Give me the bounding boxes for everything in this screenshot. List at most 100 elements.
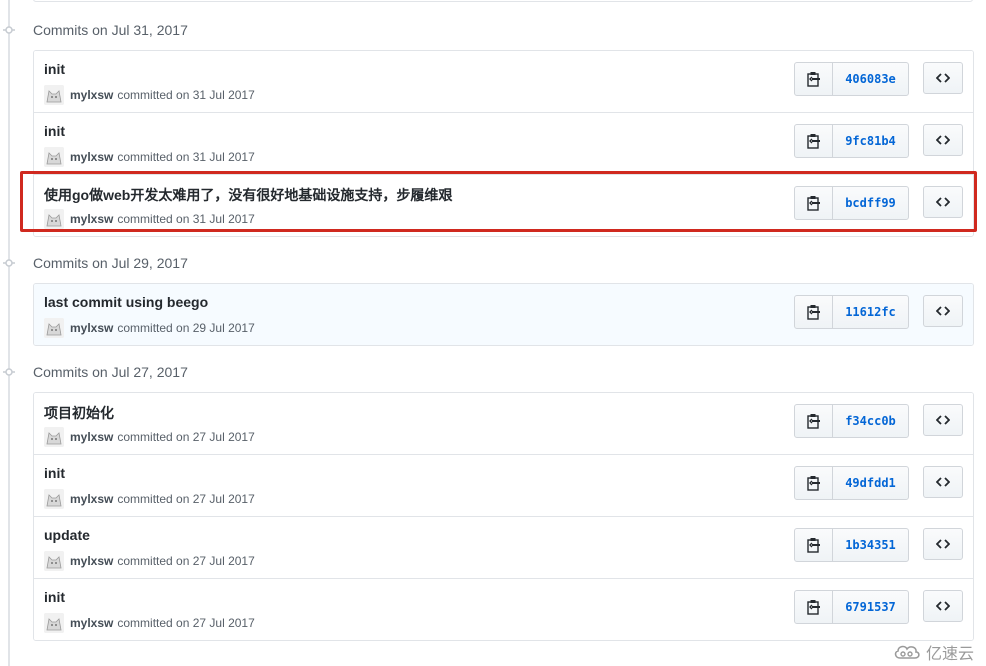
commit-icon xyxy=(3,368,15,376)
commit-list: init mylxsw committed on 31 Jul 2017 406… xyxy=(33,50,974,237)
commit-meta: mylxsw committed on 31 Jul 2017 xyxy=(44,147,255,167)
commit-icon xyxy=(3,26,15,34)
commit-message[interactable]: last commit using beego xyxy=(44,294,208,310)
copy-sha-button[interactable] xyxy=(795,296,833,328)
clipboard-icon xyxy=(806,600,820,615)
timeline-line xyxy=(8,0,10,666)
commit-sha-link[interactable]: 6791537 xyxy=(833,591,908,623)
browse-repo-button[interactable] xyxy=(923,466,963,498)
avatar[interactable] xyxy=(44,427,64,447)
code-icon xyxy=(936,73,950,83)
sha-button-group: f34cc0b xyxy=(794,404,909,438)
copy-sha-button[interactable] xyxy=(795,405,833,437)
sha-button-group: 1b34351 xyxy=(794,528,909,562)
commit-row: update mylxsw committed on 27 Jul 2017 1… xyxy=(34,516,973,578)
watermark: 亿速云 xyxy=(892,640,974,664)
sha-button-group: 6791537 xyxy=(794,590,909,624)
commit-author[interactable]: mylxsw xyxy=(70,492,113,506)
sha-button-group: 11612fc xyxy=(794,295,909,329)
commit-row: last commit using beego mylxsw committed… xyxy=(34,284,973,345)
commit-row: init mylxsw committed on 31 Jul 2017 406… xyxy=(34,51,973,112)
copy-sha-button[interactable] xyxy=(795,529,833,561)
commit-meta: mylxsw committed on 27 Jul 2017 xyxy=(44,551,255,571)
commit-row: 项目初始化 mylxsw committed on 27 Jul 2017 f3… xyxy=(34,393,973,454)
commit-message[interactable]: init xyxy=(44,465,65,481)
commit-meta: mylxsw committed on 31 Jul 2017 xyxy=(44,209,255,229)
commit-date: committed on 27 Jul 2017 xyxy=(117,430,255,444)
code-icon xyxy=(936,415,950,425)
commit-row: init mylxsw committed on 27 Jul 2017 679… xyxy=(34,578,973,640)
code-icon xyxy=(936,539,950,549)
sha-button-group: 49dfdd1 xyxy=(794,466,909,500)
clipboard-icon xyxy=(806,538,820,553)
code-icon xyxy=(936,477,950,487)
commit-sha-link[interactable]: 11612fc xyxy=(833,296,908,328)
copy-sha-button[interactable] xyxy=(795,591,833,623)
commit-date: committed on 31 Jul 2017 xyxy=(117,88,255,102)
clipboard-icon xyxy=(806,305,820,320)
commit-meta: mylxsw committed on 29 Jul 2017 xyxy=(44,318,255,338)
commit-meta: mylxsw committed on 27 Jul 2017 xyxy=(44,613,255,633)
commit-author[interactable]: mylxsw xyxy=(70,212,113,226)
commit-date: committed on 27 Jul 2017 xyxy=(117,616,255,630)
commit-sha-link[interactable]: 9fc81b4 xyxy=(833,125,908,157)
commit-meta: mylxsw committed on 31 Jul 2017 xyxy=(44,85,255,105)
avatar[interactable] xyxy=(44,613,64,633)
commit-author[interactable]: mylxsw xyxy=(70,616,113,630)
browse-repo-button[interactable] xyxy=(923,590,963,622)
commit-message[interactable]: init xyxy=(44,123,65,139)
commit-author[interactable]: mylxsw xyxy=(70,150,113,164)
watermark-text: 亿速云 xyxy=(925,646,974,663)
browse-repo-button[interactable] xyxy=(923,404,963,436)
clipboard-icon xyxy=(806,414,820,429)
copy-sha-button[interactable] xyxy=(795,467,833,499)
avatar[interactable] xyxy=(44,147,64,167)
avatar[interactable] xyxy=(44,85,64,105)
commit-row: 使用go做web开发太难用了，没有很好地基础设施支持，步履维艰 mylxsw c… xyxy=(34,174,973,236)
browse-repo-button[interactable] xyxy=(923,528,963,560)
commit-meta: mylxsw committed on 27 Jul 2017 xyxy=(44,489,255,509)
commit-message[interactable]: init xyxy=(44,61,65,77)
commit-icon xyxy=(3,259,15,267)
avatar[interactable] xyxy=(44,318,64,338)
clipboard-icon xyxy=(806,72,820,87)
commit-list: 项目初始化 mylxsw committed on 27 Jul 2017 f3… xyxy=(33,392,974,641)
code-icon xyxy=(936,197,950,207)
commit-author[interactable]: mylxsw xyxy=(70,321,113,335)
avatar[interactable] xyxy=(44,551,64,571)
commit-message[interactable]: update xyxy=(44,527,90,543)
commit-author[interactable]: mylxsw xyxy=(70,430,113,444)
browse-repo-button[interactable] xyxy=(923,62,963,94)
commit-message[interactable]: init xyxy=(44,589,65,605)
copy-sha-button[interactable] xyxy=(795,63,833,95)
commit-date: committed on 27 Jul 2017 xyxy=(117,554,255,568)
browse-repo-button[interactable] xyxy=(923,124,963,156)
copy-sha-button[interactable] xyxy=(795,187,833,219)
clipboard-icon xyxy=(806,476,820,491)
avatar[interactable] xyxy=(44,489,64,509)
code-icon xyxy=(936,135,950,145)
browse-repo-button[interactable] xyxy=(923,295,963,327)
sha-button-group: bcdff99 xyxy=(794,186,909,220)
commit-message[interactable]: 使用go做web开发太难用了，没有很好地基础设施支持，步履维艰 xyxy=(44,185,452,205)
commit-row: init mylxsw committed on 31 Jul 2017 9fc… xyxy=(34,112,973,174)
commit-group-date: Commits on Jul 27, 2017 xyxy=(33,364,188,380)
commit-author[interactable]: mylxsw xyxy=(70,88,113,102)
commit-sha-link[interactable]: 1b34351 xyxy=(833,529,908,561)
commit-sha-link[interactable]: 406083e xyxy=(833,63,908,95)
clipboard-icon xyxy=(806,196,820,211)
commit-sha-link[interactable]: 49dfdd1 xyxy=(833,467,908,499)
commit-sha-link[interactable]: bcdff99 xyxy=(833,187,908,219)
commit-message[interactable]: 项目初始化 xyxy=(44,403,114,423)
commit-date: committed on 31 Jul 2017 xyxy=(117,150,255,164)
avatar[interactable] xyxy=(44,209,64,229)
previous-group-box-edge xyxy=(33,0,973,2)
copy-sha-button[interactable] xyxy=(795,125,833,157)
commit-date: committed on 29 Jul 2017 xyxy=(117,321,255,335)
clipboard-icon xyxy=(806,134,820,149)
browse-repo-button[interactable] xyxy=(923,186,963,218)
commit-date: committed on 27 Jul 2017 xyxy=(117,492,255,506)
commit-author[interactable]: mylxsw xyxy=(70,554,113,568)
code-icon xyxy=(936,306,950,316)
commit-sha-link[interactable]: f34cc0b xyxy=(833,405,908,437)
